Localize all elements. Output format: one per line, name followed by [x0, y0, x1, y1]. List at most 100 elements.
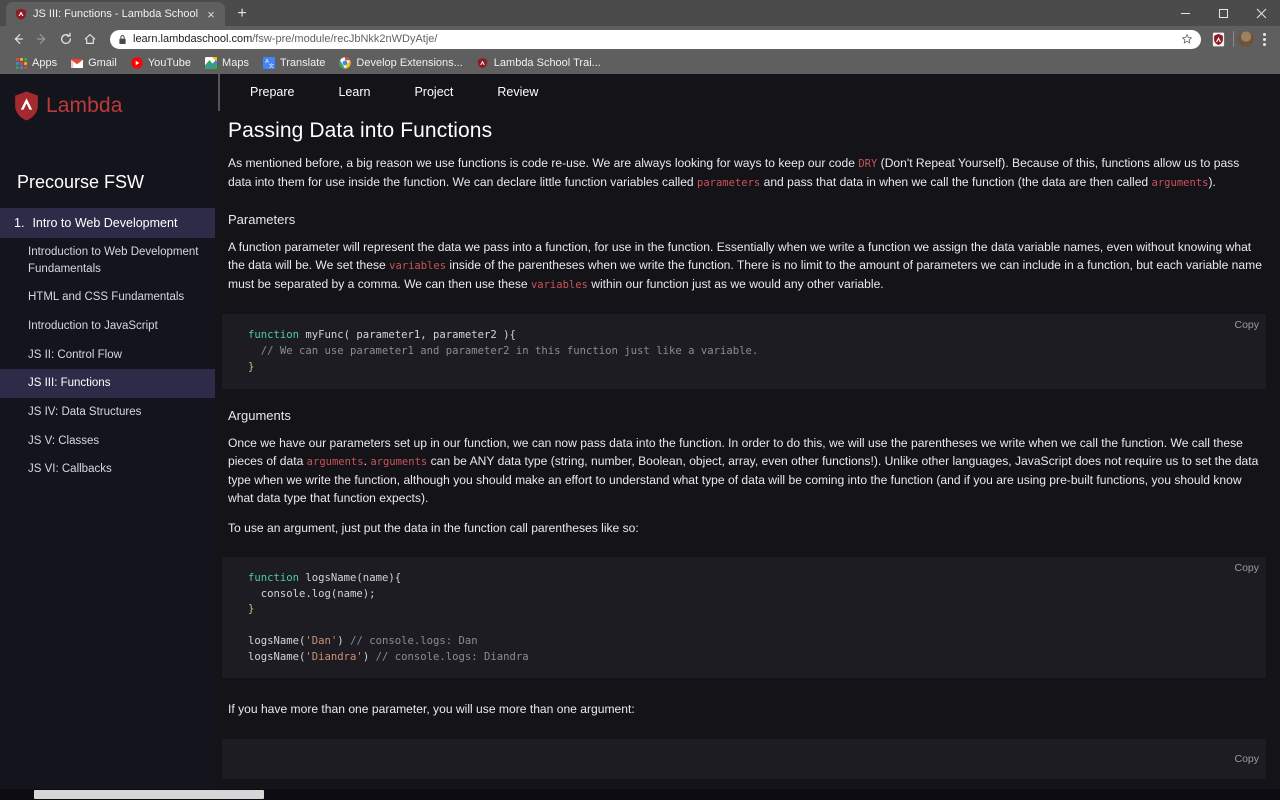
- page-title: Passing Data into Functions: [228, 119, 493, 142]
- bookmark-translate[interactable]: A文 Translate: [256, 55, 332, 71]
- horizontal-scrollbar[interactable]: [0, 789, 1280, 800]
- inline-code-variables-2: variables: [530, 279, 588, 292]
- reload-icon[interactable]: [54, 27, 78, 51]
- lambda-extension-icon[interactable]: [1207, 28, 1229, 50]
- home-icon[interactable]: [78, 27, 102, 51]
- use-argument-paragraph: To use an argument, just put the data in…: [228, 520, 639, 535]
- bookmark-apps[interactable]: Apps: [8, 55, 64, 71]
- copy-button[interactable]: Copy: [1234, 753, 1259, 765]
- url-host: learn.lambdaschool.com: [133, 33, 253, 45]
- arguments-paragraph: Once we have our parameters set up in ou…: [222, 434, 1266, 508]
- window-controls: [1166, 0, 1280, 26]
- arguments-heading: Arguments: [228, 407, 291, 423]
- bookmark-label: Apps: [32, 57, 58, 69]
- main-content: Prepare Learn Project Review Passing Dat…: [215, 74, 1280, 800]
- gmail-icon: [71, 57, 84, 69]
- intro-text-3: and pass that data in when we call the f…: [760, 175, 1152, 190]
- tab-strip: JS III: Functions - Lambda School × +: [0, 0, 1280, 26]
- bookmark-lambda-school-training[interactable]: Lambda School Trai...: [470, 55, 608, 71]
- content-scroll-area[interactable]: Passing Data into Functions As mentioned…: [215, 111, 1280, 800]
- bookmark-label: Gmail: [88, 57, 117, 69]
- lambda-logo-text: Lambda: [46, 94, 123, 117]
- avatar[interactable]: [1238, 31, 1254, 47]
- translate-icon: A文: [262, 57, 275, 69]
- address-bar[interactable]: learn.lambdaschool.com/fsw-pre/module/re…: [110, 29, 1201, 49]
- url-text: learn.lambdaschool.com/fsw-pre/module/re…: [133, 33, 1175, 45]
- bookmark-label: Translate: [279, 57, 326, 69]
- lambda-shield-icon: [477, 57, 489, 69]
- maps-icon: [205, 57, 218, 69]
- inline-code-variables-1: variables: [389, 259, 447, 272]
- youtube-icon: [131, 57, 143, 69]
- code-content: function myFunc( parameter1, parameter2 …: [248, 329, 759, 373]
- bookmark-star-icon[interactable]: [1181, 33, 1193, 45]
- scrollbar-thumb[interactable]: [34, 790, 264, 799]
- bookmark-youtube[interactable]: YouTube: [124, 55, 198, 71]
- tab-review[interactable]: Review: [475, 74, 560, 111]
- parameters-heading: Parameters: [228, 211, 296, 227]
- sidebar-item-js2-control-flow[interactable]: JS II: Control Flow: [0, 341, 215, 370]
- tab-project[interactable]: Project: [392, 74, 475, 111]
- more-params-paragraph: If you have more than one parameter, you…: [228, 702, 635, 717]
- bookmark-develop-extensions[interactable]: Develop Extensions...: [332, 55, 469, 71]
- browser-window: JS III: Functions - Lambda School × + le…: [0, 0, 1280, 800]
- inline-code-arguments-2: arguments: [370, 455, 428, 468]
- parameters-paragraph: A function parameter will represent the …: [222, 238, 1266, 295]
- copy-button[interactable]: Copy: [1234, 562, 1259, 574]
- tab-learn[interactable]: Learn: [316, 74, 392, 111]
- sidebar-nav-list: 1. Intro to Web Development Introduction…: [0, 208, 215, 484]
- sidebar-item-intro-web-dev-fundamentals[interactable]: Introduction to Web Development Fundamen…: [0, 238, 215, 283]
- sidebar-item-js3-functions[interactable]: JS III: Functions: [0, 369, 215, 399]
- bookmark-label: Develop Extensions...: [356, 57, 463, 69]
- module-number: 1.: [14, 216, 25, 230]
- intro-text-1: As mentioned before, a big reason we use…: [228, 156, 859, 170]
- chrome-icon: [339, 57, 352, 69]
- minimize-icon[interactable]: [1166, 0, 1204, 26]
- bookmark-label: Maps: [222, 57, 249, 69]
- sidebar-item-js6-callbacks[interactable]: JS VI: Callbacks: [0, 455, 215, 484]
- sidebar-module-header[interactable]: 1. Intro to Web Development: [0, 208, 215, 238]
- url-path: /fsw-pre/module/recJbNkk2nWDyAtje/: [252, 33, 438, 45]
- code-block-2: Copy function logsName(name){ console.lo…: [222, 557, 1266, 679]
- apps-grid-icon: [15, 57, 27, 69]
- course-title: Precourse FSW: [17, 172, 145, 192]
- article: Passing Data into Functions As mentioned…: [215, 119, 1280, 779]
- tab-prepare[interactable]: Prepare: [228, 74, 316, 111]
- sidebar-item-html-css-fundamentals[interactable]: HTML and CSS Fundamentals: [0, 283, 215, 312]
- close-icon[interactable]: ×: [204, 7, 218, 21]
- three-dot-menu-icon[interactable]: [1254, 28, 1274, 50]
- lock-icon: [118, 34, 127, 45]
- inline-code-dry: DRY: [858, 158, 878, 170]
- bookmark-label: Lambda School Trai...: [493, 57, 601, 69]
- forward-arrow-icon[interactable]: [30, 27, 54, 51]
- bookmark-label: YouTube: [147, 57, 192, 69]
- new-tab-button[interactable]: +: [229, 2, 255, 26]
- inline-code-arguments: arguments: [1151, 177, 1209, 190]
- toolbar-divider: [1233, 31, 1234, 47]
- sidebar-item-intro-javascript[interactable]: Introduction to JavaScript: [0, 312, 215, 341]
- sidebar: Lambda Precourse FSW 1. Intro to Web Dev…: [0, 74, 215, 800]
- inline-code-parameters: parameters: [697, 177, 761, 190]
- intro-paragraph: As mentioned before, a big reason we use…: [222, 154, 1266, 193]
- bookmarks-bar: Apps Gmail YouTube Maps A文 Translate Dev…: [0, 52, 1280, 74]
- close-icon[interactable]: [1242, 0, 1280, 26]
- maximize-icon[interactable]: [1204, 0, 1242, 26]
- lambda-shield-icon: [15, 8, 27, 20]
- browser-toolbar: learn.lambdaschool.com/fsw-pre/module/re…: [0, 26, 1280, 52]
- sidebar-item-js5-classes[interactable]: JS V: Classes: [0, 427, 215, 456]
- lambda-logo[interactable]: Lambda: [0, 88, 215, 124]
- copy-button[interactable]: Copy: [1234, 319, 1259, 331]
- code-content: function logsName(name){ console.log(nam…: [248, 572, 529, 663]
- module-label: Intro to Web Development: [32, 216, 178, 230]
- tab-title: JS III: Functions - Lambda School: [33, 8, 199, 20]
- code-block-3: Copy: [222, 738, 1266, 779]
- lambda-shield-icon: [14, 91, 39, 121]
- browser-tab[interactable]: JS III: Functions - Lambda School ×: [6, 2, 226, 26]
- bookmark-maps[interactable]: Maps: [198, 55, 256, 71]
- bookmark-gmail[interactable]: Gmail: [64, 55, 124, 71]
- back-arrow-icon[interactable]: [6, 27, 30, 51]
- intro-text-4: ).: [1208, 175, 1216, 190]
- sidebar-item-js4-data-structures[interactable]: JS IV: Data Structures: [0, 398, 215, 427]
- inline-code-arguments-1: arguments: [306, 455, 364, 468]
- params-text-3: within our function just as we would any…: [587, 277, 884, 292]
